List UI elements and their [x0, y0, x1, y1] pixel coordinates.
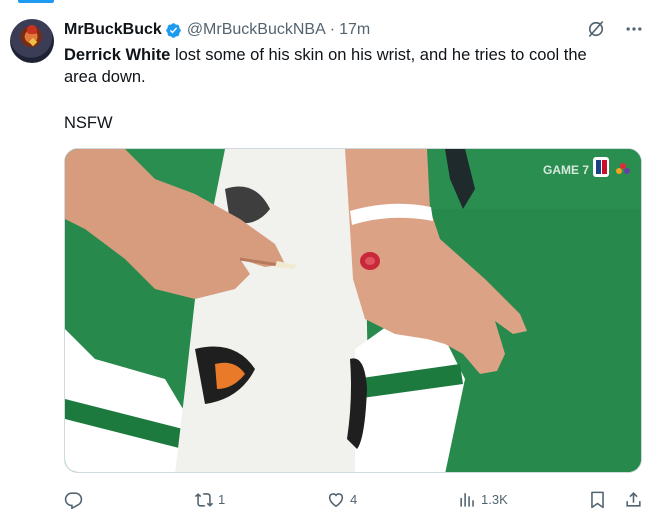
- bookmark-icon: [591, 491, 604, 508]
- grok-icon[interactable]: [586, 19, 606, 39]
- tweet-media[interactable]: GAME 7: [64, 148, 642, 473]
- tweet-text-rest: lost some of his skin on his wrist, and …: [170, 46, 587, 64]
- author-handle[interactable]: @MrBuckBuckNBA: [187, 21, 326, 39]
- tweet-text-gap: [64, 88, 634, 112]
- like-count: 4: [350, 491, 358, 507]
- retweet-button[interactable]: 1: [194, 488, 225, 510]
- header-actions: [586, 19, 644, 39]
- retweet-count: 1: [218, 491, 226, 507]
- more-icon[interactable]: [624, 19, 644, 39]
- retweet-icon: [194, 492, 214, 507]
- tweet-text-line-1: Derrick White lost some of his skin on h…: [64, 44, 634, 66]
- share-icon: [626, 491, 641, 507]
- views-icon: [460, 492, 474, 507]
- like-icon: [328, 492, 344, 507]
- avatar-beak: [28, 37, 38, 47]
- tweet-text-nsfw: NSFW: [64, 114, 113, 132]
- tweet-actions: 1 4 1.3K: [64, 488, 644, 512]
- top-accent-bar: [18, 0, 54, 3]
- avatar[interactable]: [10, 19, 54, 63]
- reply-icon: [64, 491, 83, 509]
- bookmark-button[interactable]: [588, 488, 607, 510]
- tweet-header: MrBuckBuck @MrBuckBuckNBA · 17m: [64, 20, 644, 40]
- share-button[interactable]: [624, 488, 643, 510]
- mention-derrick-white: Derrick White: [64, 46, 171, 64]
- author-name[interactable]: MrBuckBuck: [64, 21, 162, 39]
- avatar-comb: [27, 25, 37, 34]
- like-button[interactable]: 4: [326, 488, 357, 510]
- verified-icon: [166, 22, 181, 38]
- tweet-text: Derrick White lost some of his skin on h…: [64, 44, 634, 134]
- post-time[interactable]: 17m: [339, 21, 370, 39]
- tweet-text-line-2: area down.: [64, 68, 146, 86]
- views-button[interactable]: 1.3K: [458, 488, 508, 510]
- reply-button[interactable]: [64, 488, 87, 510]
- views-count: 1.3K: [481, 491, 508, 507]
- media-photo: GAME 7: [65, 149, 641, 472]
- game-overlay-label: GAME 7: [543, 163, 589, 177]
- separator-dot: ·: [329, 21, 336, 38]
